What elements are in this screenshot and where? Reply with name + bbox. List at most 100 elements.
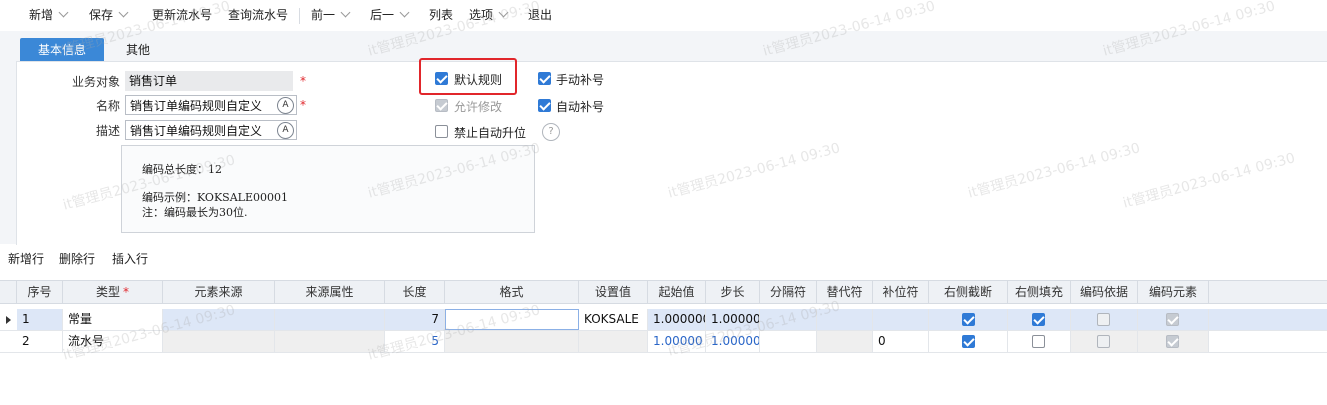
column-header-value[interactable]: 设置值 [579, 281, 648, 303]
insert-row-button[interactable]: 插入行 [112, 250, 148, 267]
cell-value[interactable] [579, 331, 648, 352]
cell-format[interactable] [445, 309, 579, 330]
name-field[interactable]: 销售订单编码规则自定义 [125, 95, 297, 115]
manual-fill-label: 手动补号 [556, 73, 605, 87]
current-row-icon [6, 316, 11, 324]
chevron-down-icon[interactable] [340, 7, 351, 18]
cell-basis [1071, 331, 1138, 352]
basis-checkbox [1097, 313, 1110, 326]
column-header-attr[interactable]: 来源属性 [275, 281, 385, 303]
cell-format[interactable] [445, 331, 579, 352]
cell-separator[interactable] [760, 331, 817, 352]
description-field[interactable]: 销售订单编码规则自定义 [125, 120, 297, 140]
cell-start[interactable]: 1.00000 [648, 331, 706, 352]
grid-header: 序号 类型 * 元素来源 来源属性 长度 格式 设置值 起始值 步长 分隔符 替代… [0, 280, 1327, 304]
options-button[interactable]: 选项 [469, 0, 509, 31]
allow-modify-label: 允许修改 [454, 100, 503, 114]
column-header-pad[interactable]: 补位符 [873, 281, 929, 303]
save-label: 保存 [89, 8, 114, 22]
tab-other[interactable]: 其他 [110, 38, 166, 62]
column-header-element[interactable]: 编码元素 [1138, 281, 1209, 303]
truncate-checkbox[interactable] [962, 335, 975, 348]
column-header-alt[interactable]: 替代符 [817, 281, 873, 303]
tab-basic-info[interactable]: 基本信息 [20, 38, 104, 62]
list-button[interactable]: 列表 [429, 0, 453, 31]
cell-type[interactable]: 流水号 [63, 331, 163, 352]
default-rule-label: 默认规则 [454, 73, 503, 87]
chevron-down-icon[interactable] [58, 7, 69, 18]
fill-checkbox[interactable] [1032, 313, 1045, 326]
element-checkbox [1166, 335, 1179, 348]
column-header-type-label: 类型 [95, 285, 120, 299]
next-button[interactable]: 后一 [370, 0, 410, 31]
required-mark: * [123, 285, 129, 299]
cell-alt[interactable] [817, 331, 873, 352]
note-text: 注：编码最长为30位. [142, 206, 248, 219]
truncate-checkbox[interactable] [962, 313, 975, 326]
auto-fill-checkbox[interactable] [538, 99, 551, 112]
auto-fill-label: 自动补号 [556, 100, 605, 114]
column-header-type[interactable]: 类型 * [63, 281, 163, 303]
cell-seq[interactable]: 1 [17, 309, 63, 330]
no-auto-upgrade-checkbox[interactable] [435, 125, 448, 138]
cell-length[interactable]: 7 [385, 309, 445, 330]
total-length-text: 编码总长度：12 [142, 163, 222, 176]
cell-start[interactable]: 1.000000 [648, 309, 706, 330]
new-label: 新增 [29, 8, 54, 22]
column-header-fill[interactable]: 右侧填充 [1008, 281, 1071, 303]
cell-source[interactable] [163, 309, 275, 330]
column-header-source[interactable]: 元素来源 [163, 281, 275, 303]
new-button[interactable]: 新增 [29, 0, 69, 31]
cell-length[interactable]: 5 [385, 331, 445, 352]
column-header-truncate[interactable]: 右侧截断 [929, 281, 1008, 303]
language-icon[interactable]: A [277, 122, 294, 139]
cell-separator[interactable] [760, 309, 817, 330]
chevron-down-icon[interactable] [399, 7, 410, 18]
add-row-button[interactable]: 新增行 [8, 250, 44, 267]
column-header-format[interactable]: 格式 [445, 281, 579, 303]
chevron-down-icon[interactable] [118, 7, 129, 18]
row-filler [1209, 309, 1327, 330]
table-row[interactable]: 1 常量 7 KOKSALE 1.000000 1.00000 [0, 309, 1327, 331]
name-label: 名称 [95, 99, 120, 113]
fill-checkbox[interactable] [1032, 335, 1045, 348]
prev-button[interactable]: 前一 [311, 0, 351, 31]
query-serial-button[interactable]: 查询流水号 [228, 0, 288, 31]
delete-row-button[interactable]: 删除行 [59, 250, 95, 267]
cell-pad[interactable] [873, 309, 929, 330]
update-serial-button[interactable]: 更新流水号 [152, 0, 212, 31]
column-header-start[interactable]: 起始值 [648, 281, 706, 303]
no-auto-upgrade-label: 禁止自动升位 [454, 126, 527, 140]
exit-button[interactable]: 退出 [528, 0, 552, 31]
language-icon[interactable]: A [277, 97, 294, 114]
chevron-down-icon[interactable] [498, 7, 509, 18]
cell-step[interactable]: 1.00000 [706, 331, 760, 352]
required-mark: * [300, 74, 306, 88]
default-rule-checkbox[interactable] [435, 72, 448, 85]
basis-checkbox [1097, 335, 1110, 348]
column-header-seq[interactable]: 序号 [17, 281, 63, 303]
prev-label: 前一 [311, 8, 336, 22]
next-label: 后一 [370, 8, 395, 22]
column-header-basis[interactable]: 编码依据 [1071, 281, 1138, 303]
table-row[interactable]: 2 流水号 5 1.00000 1.00000 0 [0, 331, 1327, 353]
column-header-step[interactable]: 步长 [706, 281, 760, 303]
manual-fill-checkbox[interactable] [538, 72, 551, 85]
cell-alt[interactable] [817, 309, 873, 330]
example-text: 编码示例：KOKSALE00001 [142, 191, 288, 204]
description-label: 描述 [95, 124, 120, 138]
cell-attr[interactable] [275, 331, 385, 352]
column-header-separator[interactable]: 分隔符 [760, 281, 817, 303]
cell-value[interactable]: KOKSALE [579, 309, 648, 330]
column-header-length[interactable]: 长度 [385, 281, 445, 303]
cell-attr[interactable] [275, 309, 385, 330]
cell-fill [1008, 309, 1071, 330]
cell-seq[interactable]: 2 [17, 331, 63, 352]
help-icon[interactable]: ? [542, 123, 560, 141]
cell-truncate [929, 309, 1008, 330]
cell-pad[interactable]: 0 [873, 331, 929, 352]
cell-step[interactable]: 1.00000 [706, 309, 760, 330]
cell-source[interactable] [163, 331, 275, 352]
save-button[interactable]: 保存 [89, 0, 129, 31]
cell-type[interactable]: 常量 [63, 309, 163, 330]
